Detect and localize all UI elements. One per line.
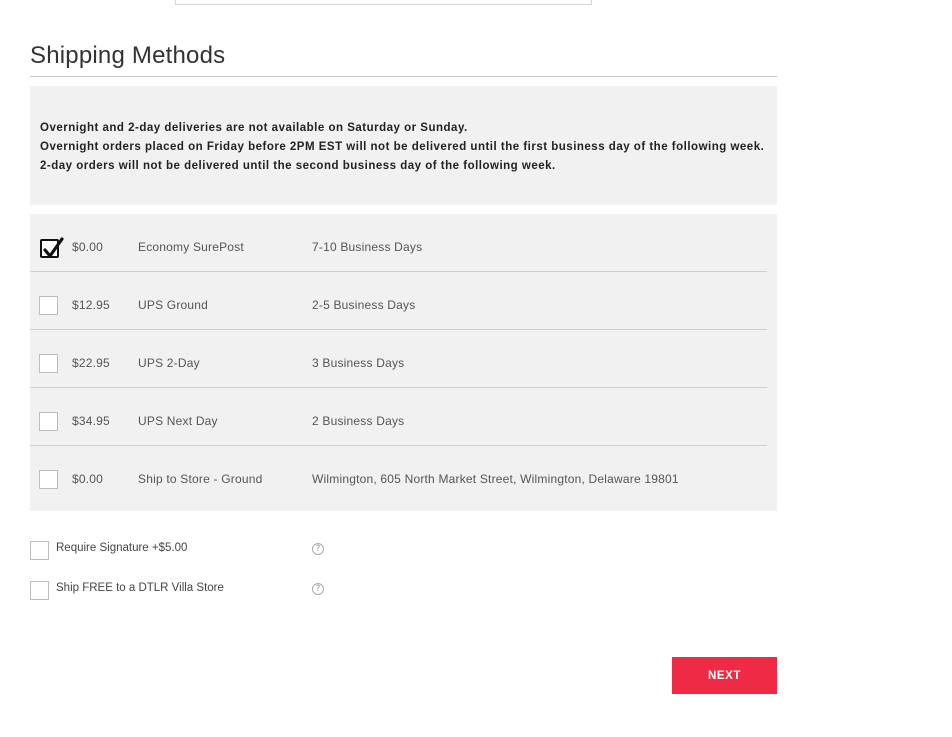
help-icon[interactable]: ? [312,543,324,555]
method-price: $0.00 [72,472,104,486]
method-name: UPS Next Day [138,414,218,428]
method-delivery-time: 2 Business Days [312,414,405,428]
method-delivery-time: 3 Business Days [312,356,405,370]
require-signature-option[interactable]: Require Signature +$5.00 ? [30,541,350,561]
method-checkbox[interactable] [39,354,58,373]
method-delivery-time: 7-10 Business Days [312,240,423,254]
shipping-notice: Overnight and 2-day deliveries are not a… [30,86,777,205]
notice-line-1: Overnight and 2-day deliveries are not a… [40,122,468,134]
method-checkbox[interactable] [39,296,58,315]
method-name: UPS 2-Day [138,356,200,370]
top-input-field[interactable] [175,0,592,5]
ship-free-to-store-checkbox[interactable] [30,581,49,600]
shipping-method-ship-to-store[interactable]: $0.00 Ship to Store - Ground Wilmington,… [30,446,767,504]
shipping-method-ups-next-day[interactable]: $34.95 UPS Next Day 2 Business Days [30,388,767,446]
check-icon [43,237,64,258]
method-checkbox[interactable] [39,470,58,489]
ship-free-to-store-option[interactable]: Ship FREE to a DTLR Villa Store ? [30,581,350,601]
method-name: UPS Ground [138,298,209,312]
method-name: Economy SurePost [138,240,244,254]
shipping-methods-list: $0.00 Economy SurePost 7-10 Business Day… [30,214,777,511]
shipping-method-economy-surepost[interactable]: $0.00 Economy SurePost 7-10 Business Day… [30,214,767,272]
method-delivery-time: 2-5 Business Days [312,298,416,312]
title-divider [30,76,777,77]
notice-line-2: Overnight orders placed on Friday before… [40,141,765,172]
method-checkbox[interactable] [39,412,58,431]
method-name: Ship to Store - Ground [138,472,263,486]
ship-free-to-store-label: Ship FREE to a DTLR Villa Store [56,582,224,594]
shipping-method-ups-2-day[interactable]: $22.95 UPS 2-Day 3 Business Days [30,330,767,388]
next-button[interactable]: NEXT [672,657,777,694]
require-signature-label: Require Signature +$5.00 [56,542,188,554]
shipping-method-ups-ground[interactable]: $12.95 UPS Ground 2-5 Business Days [30,272,767,330]
method-price: $34.95 [72,414,110,428]
require-signature-checkbox[interactable] [30,541,49,560]
method-price: $12.95 [72,298,110,312]
help-icon[interactable]: ? [312,583,324,595]
method-price: $22.95 [72,356,110,370]
method-checkbox-checked[interactable] [40,237,64,258]
method-delivery-time: Wilmington, 605 North Market Street, Wil… [312,472,679,486]
method-price: $0.00 [72,240,104,254]
page-title: Shipping Methods [30,42,226,69]
